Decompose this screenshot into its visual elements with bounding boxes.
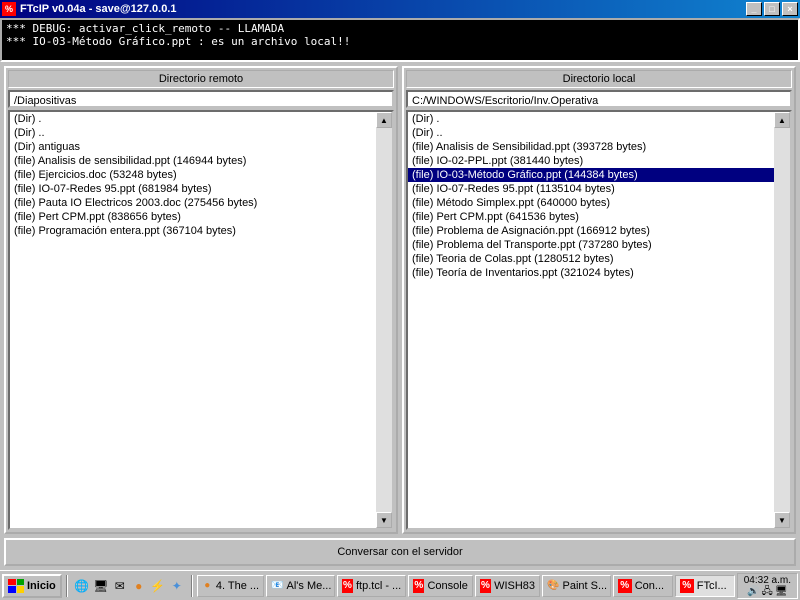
task-label: FTcI... xyxy=(697,580,727,592)
list-item[interactable]: (file) IO-02-PPL.ppt (381440 bytes) xyxy=(408,154,774,168)
task-label: Al's Me... xyxy=(287,580,332,592)
tray-icon[interactable]: 🔊 xyxy=(747,586,759,597)
list-item[interactable]: (file) IO-07-Redes 95.ppt (681984 bytes) xyxy=(10,182,376,196)
list-item[interactable]: (Dir) . xyxy=(10,112,376,126)
list-item[interactable]: (file) IO-07-Redes 95.ppt (1135104 bytes… xyxy=(408,182,774,196)
window-title: FTcIP v0.04a - save@127.0.0.1 xyxy=(20,3,746,15)
scroll-down-icon[interactable]: ▼ xyxy=(376,512,392,528)
remote-header: Directorio remoto xyxy=(8,70,394,88)
windows-logo-icon xyxy=(8,579,24,593)
list-item[interactable]: (file) IO-03-Método Gráfico.ppt (144384 … xyxy=(408,168,774,182)
divider xyxy=(66,575,68,597)
scroll-down-icon[interactable]: ▼ xyxy=(774,512,790,528)
list-item[interactable]: (file) Pert CPM.ppt (838656 bytes) xyxy=(10,210,376,224)
taskbar-task[interactable]: ●4. The ... xyxy=(197,575,264,597)
system-tray[interactable]: 04:32 a.m. 🔊 🖧 🖥 xyxy=(737,573,798,599)
list-item[interactable]: (file) Teoría de Inventarios.ppt (321024… xyxy=(408,266,774,280)
scroll-up-icon[interactable]: ▲ xyxy=(774,112,790,128)
task-label: ftp.tcl - ... xyxy=(356,580,401,592)
list-item[interactable]: (file) Analisis de sensibilidad.ppt (146… xyxy=(10,154,376,168)
task-label: Con... xyxy=(635,580,664,592)
maximize-button[interactable]: □ xyxy=(764,2,780,16)
taskbar-task[interactable]: %Console xyxy=(408,575,473,597)
list-item[interactable]: (Dir) .. xyxy=(408,126,774,140)
taskbar-task[interactable]: %Con... xyxy=(613,575,673,597)
msn-icon[interactable]: ✦ xyxy=(169,578,185,594)
quick-launch: 🌐 🖥 ✉ ● ⚡ ✦ xyxy=(72,578,187,594)
task-label: Paint S... xyxy=(562,580,607,592)
close-button[interactable]: × xyxy=(782,2,798,16)
remote-panel: Directorio remoto /Diapositivas (Dir) .(… xyxy=(4,66,398,534)
tray-icon[interactable]: 🖥 xyxy=(775,586,788,597)
ie-icon[interactable]: 🌐 xyxy=(74,578,90,594)
taskbar-task[interactable]: %ftp.tcl - ... xyxy=(337,575,406,597)
task-label: 4. The ... xyxy=(216,580,259,592)
winamp-icon[interactable]: ⚡ xyxy=(150,578,166,594)
taskbar: Inicio 🌐 🖥 ✉ ● ⚡ ✦ ●4. The ...📧Al's Me..… xyxy=(0,570,800,600)
divider xyxy=(191,575,193,597)
titlebar: % FTcIP v0.04a - save@127.0.0.1 _ □ × xyxy=(0,0,800,18)
main-area: Directorio remoto /Diapositivas (Dir) .(… xyxy=(0,62,800,538)
local-header: Directorio local xyxy=(406,70,792,88)
taskbar-task[interactable]: 🎨Paint S... xyxy=(542,575,611,597)
local-panel: Directorio local C:/WINDOWS/Escritorio/I… xyxy=(402,66,796,534)
list-item[interactable]: (file) Pauta IO Electricos 2003.doc (275… xyxy=(10,196,376,210)
list-item[interactable]: (Dir) .. xyxy=(10,126,376,140)
list-item[interactable]: (file) Ejercicios.doc (53248 bytes) xyxy=(10,168,376,182)
taskbar-task[interactable]: 📧Al's Me... xyxy=(266,575,335,597)
list-item[interactable]: (file) Teoria de Colas.ppt (1280512 byte… xyxy=(408,252,774,266)
remote-scrollbar[interactable]: ▲ ▼ xyxy=(376,112,392,528)
local-path-input[interactable]: C:/WINDOWS/Escritorio/Inv.Operativa xyxy=(406,90,792,108)
list-item[interactable]: (Dir) antiguas xyxy=(10,140,376,154)
debug-log: *** DEBUG: activar_click_remoto -- LLAMA… xyxy=(0,18,800,62)
scroll-up-icon[interactable]: ▲ xyxy=(376,112,392,128)
task-label: Console xyxy=(427,580,467,592)
list-item[interactable]: (Dir) . xyxy=(408,112,774,126)
firefox-icon[interactable]: ● xyxy=(131,578,147,594)
list-item[interactable]: (file) Pert CPM.ppt (641536 bytes) xyxy=(408,210,774,224)
list-item[interactable]: (file) Analisis de Sensibilidad.ppt (393… xyxy=(408,140,774,154)
converse-button[interactable]: Conversar con el servidor xyxy=(4,538,796,566)
remote-path-input[interactable]: /Diapositivas xyxy=(8,90,394,108)
start-label: Inicio xyxy=(27,580,56,592)
list-item[interactable]: (file) Método Simplex.ppt (640000 bytes) xyxy=(408,196,774,210)
task-label: WISH83 xyxy=(494,580,535,592)
list-item[interactable]: (file) Programación entera.ppt (367104 b… xyxy=(10,224,376,238)
minimize-button[interactable]: _ xyxy=(746,2,762,16)
outlook-icon[interactable]: ✉ xyxy=(112,578,128,594)
list-item[interactable]: (file) Problema de Asignación.ppt (16691… xyxy=(408,224,774,238)
local-scrollbar[interactable]: ▲ ▼ xyxy=(774,112,790,528)
desktop-icon[interactable]: 🖥 xyxy=(93,578,109,594)
taskbar-task[interactable]: %WISH83 xyxy=(475,575,540,597)
tray-time: 04:32 a.m. xyxy=(744,575,791,586)
remote-listbox[interactable]: (Dir) .(Dir) ..(Dir) antiguas(file) Anal… xyxy=(10,112,376,528)
app-icon: % xyxy=(2,2,16,16)
list-item[interactable]: (file) Problema del Transporte.ppt (7372… xyxy=(408,238,774,252)
task-buttons: ●4. The ...📧Al's Me...%ftp.tcl - ...%Con… xyxy=(197,575,735,597)
taskbar-task[interactable]: %FTcI... xyxy=(675,575,735,597)
tray-icon[interactable]: 🖧 xyxy=(762,586,773,597)
start-button[interactable]: Inicio xyxy=(2,574,62,598)
local-listbox[interactable]: (Dir) .(Dir) ..(file) Analisis de Sensib… xyxy=(408,112,774,528)
